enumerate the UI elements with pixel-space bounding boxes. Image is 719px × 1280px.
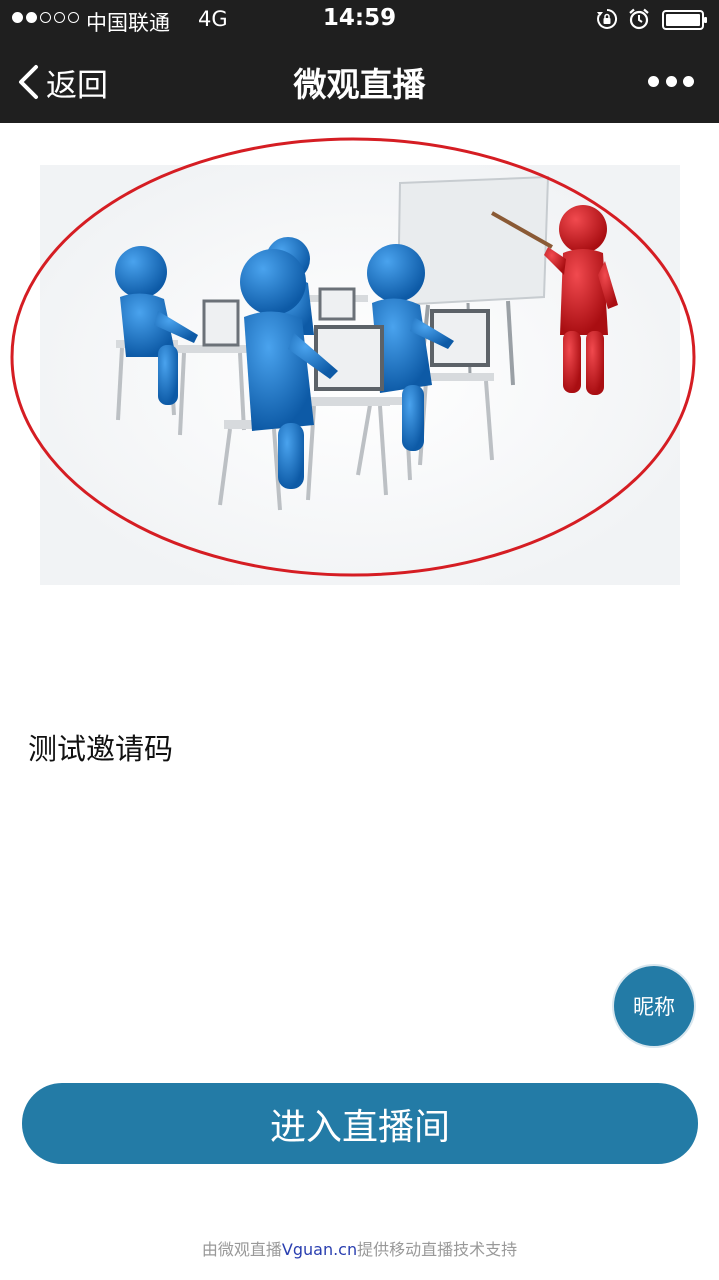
cover-image: [10, 137, 696, 585]
brand-link[interactable]: Vguan.cn: [282, 1240, 357, 1259]
footer-suffix: 提供移动直播技术支持: [357, 1240, 518, 1259]
navigation-bar: 返回 微观直播: [0, 40, 719, 123]
invite-code-label: 测试邀请码: [28, 732, 174, 766]
chevron-left-icon: [19, 65, 38, 99]
footer-prefix: 由微观直播: [201, 1240, 282, 1259]
back-button[interactable]: 返回: [16, 60, 108, 104]
nickname-button[interactable]: 昵称: [614, 966, 694, 1046]
more-dots-icon[interactable]: [648, 68, 694, 94]
footer-credit: 由微观直播Vguan.cn提供移动直播技术支持: [0, 1236, 719, 1260]
rotation-lock-icon: [597, 8, 618, 29]
status-bar: 中国联通 4G 14:59: [0, 0, 719, 40]
enter-live-room-button[interactable]: 进入直播间: [22, 1083, 698, 1164]
battery-icon: [662, 10, 707, 30]
back-label: 返回: [46, 67, 108, 104]
alarm-icon: [629, 8, 649, 30]
